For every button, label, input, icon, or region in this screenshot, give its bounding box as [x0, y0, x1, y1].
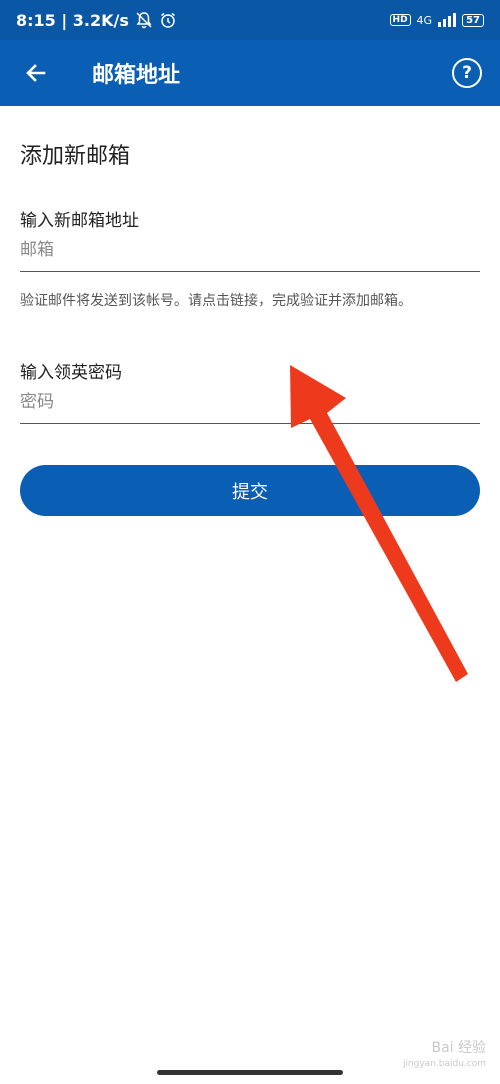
verification-hint: 验证邮件将发送到该帐号。请点击链接，完成验证并添加邮箱。 — [20, 293, 412, 309]
status-right: HD 4G 57 — [389, 13, 484, 27]
watermark-brand: Bai 经验 — [431, 1040, 486, 1056]
status-time: 8:15 | 3.2K/s — [16, 10, 129, 30]
email-field[interactable] — [20, 228, 480, 272]
baidu-watermark: Bai 经验 jingyan.baidu.com — [403, 1040, 486, 1072]
bell-muted-icon — [136, 12, 152, 29]
question-mark-icon: ? — [462, 63, 472, 83]
signal-icon — [438, 13, 457, 27]
alarm-icon — [160, 12, 175, 28]
hd-badge: HD — [389, 14, 411, 26]
submit-button[interactable]: 提交 — [20, 465, 480, 516]
network-type: 4G — [416, 13, 433, 27]
home-indicator[interactable] — [157, 1070, 343, 1075]
watermark-url: jingyan.baidu.com — [402, 1059, 486, 1069]
status-bar: 8:15 | 3.2K/s HD 4G 57 — [0, 0, 500, 40]
arrow-left-icon — [26, 64, 46, 82]
help-button[interactable]: ? — [452, 58, 482, 88]
battery-icon: 57 — [462, 13, 484, 27]
battery-level: 57 — [466, 14, 480, 26]
app-bar: 邮箱地址 ? — [0, 40, 500, 106]
page-title: 邮箱地址 — [92, 63, 181, 88]
section-heading: 添加新邮箱 — [20, 144, 131, 169]
back-button[interactable] — [18, 55, 54, 91]
status-left: 8:15 | 3.2K/s — [16, 11, 177, 30]
password-field[interactable] — [20, 380, 480, 424]
